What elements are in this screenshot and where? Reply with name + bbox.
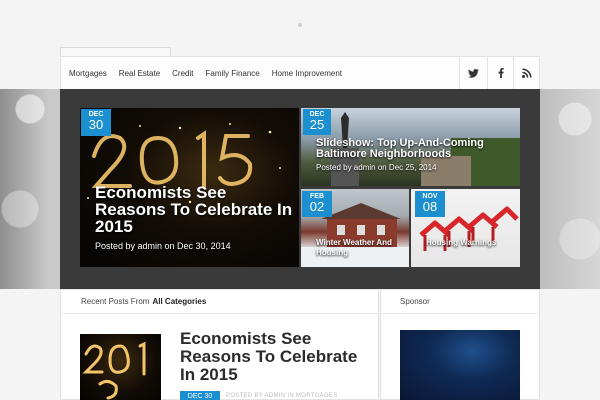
date-badge: DEC 30 [81,109,111,136]
recent-posts-heading: Recent Posts From All Categories [61,290,378,314]
featured-slide-housing-warnings[interactable]: NOV 08 Housing Warnings [411,189,520,267]
rss-icon [521,68,531,78]
featured-baltimore-title[interactable]: Slideshow: Top Up-And-Coming Baltimore N… [316,138,496,160]
recent-posts-heading-prefix: Recent Posts From [81,297,150,306]
nav-item-family-finance[interactable]: Family Finance [206,69,260,78]
featured-slider: DEC 30 Economists See Reasons To Celebra… [60,89,540,289]
nav-menu: Mortgages Real Estate Credit Family Fina… [61,57,459,89]
post-title[interactable]: Economists See Reasons To Celebrate In 2… [180,330,370,384]
twitter-button[interactable] [459,57,487,89]
post-date-badge: DEC 30 [180,391,220,400]
featured-winter-title[interactable]: Winter Weather And Housing [316,238,409,258]
post-meta: POSTED BY ADMIN IN MORTGAGES [226,393,338,399]
featured-main-slide[interactable]: DEC 30 Economists See Reasons To Celebra… [80,108,299,267]
featured-main-title[interactable]: Economists See Reasons To Celebrate In 2… [95,184,295,235]
rss-button[interactable] [513,57,539,89]
featured-slide-baltimore[interactable]: DEC 25 Slideshow: Top Up-And-Coming Balt… [301,108,520,186]
top-dot [298,23,302,27]
recent-posts-category[interactable]: All Categories [152,297,206,306]
facebook-button[interactable] [487,57,513,89]
nav-item-mortgages[interactable]: Mortgages [69,69,107,78]
sponsor-heading: Sponsor [381,290,539,314]
main-nav: Mortgages Real Estate Credit Family Fina… [60,56,540,89]
date-day: 02 [309,199,325,214]
date-day: 30 [88,117,104,132]
date-badge: DEC 25 [303,109,331,135]
date-badge: FEB 02 [302,191,332,217]
featured-housing-warnings-title[interactable]: Housing Warnings [426,238,520,248]
date-day: 25 [309,117,325,132]
nav-item-home-improvement[interactable]: Home Improvement [272,69,342,78]
featured-baltimore-meta: Posted by admin on Dec 25, 2014 [316,163,437,172]
nav-item-credit[interactable]: Credit [172,69,193,78]
date-badge: NOV 08 [415,191,445,217]
date-day: 08 [422,199,438,214]
facebook-icon [498,68,504,78]
featured-slide-winter[interactable]: FEB 02 Winter Weather And Housing [301,189,409,267]
recent-posts-panel: Recent Posts From All Categories Economi… [60,289,379,400]
social-links [459,57,539,89]
sponsor-panel: Sponsor [380,289,540,400]
sponsor-ad-banner[interactable] [400,330,520,400]
twitter-icon [468,68,479,78]
post-thumbnail[interactable] [80,334,161,400]
sparkler-2015-thumbnail [82,341,146,400]
featured-main-meta: Posted by admin on Dec 30, 2014 [95,241,231,251]
nav-item-real-estate[interactable]: Real Estate [119,69,160,78]
